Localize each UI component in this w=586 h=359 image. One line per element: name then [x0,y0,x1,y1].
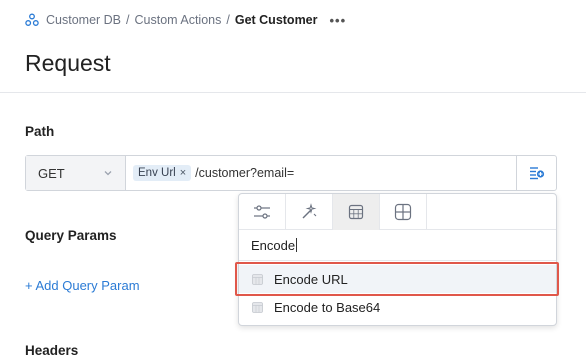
chevron-down-icon [103,168,113,178]
path-label: Path [25,124,55,139]
breadcrumb-item-customer-db[interactable]: Customer DB [46,13,121,27]
breadcrumb-separator: / [126,13,130,27]
function-item-encode-url[interactable]: Encode URL [239,265,556,293]
text-cursor [296,238,298,252]
function-icon [252,273,263,285]
popover-tabs [239,194,556,230]
function-item-encode-base64[interactable]: Encode to Base64 [239,293,556,321]
header-divider [0,92,586,93]
page-title: Request [25,50,111,76]
tab-functions[interactable] [333,194,380,230]
tab-magic[interactable] [286,194,333,230]
env-url-chip-label: Env Url [138,167,176,179]
breadcrumb-item-custom-actions[interactable]: Custom Actions [135,13,222,27]
insert-variable-button[interactable] [516,156,556,190]
more-options-icon[interactable]: ••• [330,13,347,28]
function-icon [252,301,263,313]
chip-remove-icon[interactable]: × [180,167,186,179]
add-query-param-link[interactable]: + Add Query Param [25,278,140,293]
function-item-label: Encode URL [274,271,348,287]
function-item-label: Encode to Base64 [274,299,381,315]
path-input[interactable]: Env Url × /customer?email= [126,156,516,190]
grid-icon [394,203,412,221]
magic-wand-icon [302,203,317,219]
breadcrumb-current: Get Customer [234,13,318,27]
path-text: /customer?email= [195,166,295,180]
breadcrumb-separator: / [226,13,230,27]
path-field: GET Env Url × /customer?email= [25,155,557,191]
method-select[interactable]: GET [26,156,126,190]
insert-variable-icon [529,167,544,180]
tab-sliders[interactable] [239,194,286,230]
sliders-icon [254,205,270,219]
function-search-input[interactable]: Encode [239,230,556,261]
tab-grid[interactable] [380,194,427,230]
function-picker-popover: Encode Encode URL Encode to Base64 [238,193,557,326]
query-params-label: Query Params [25,228,117,243]
breadcrumb: Customer DB / Custom Actions / Get Custo… [25,11,346,29]
integration-icon [25,13,39,27]
env-url-chip: Env Url × [133,165,192,181]
method-value: GET [38,165,65,181]
calculator-icon [348,204,364,220]
function-search-value: Encode [251,237,296,253]
headers-label: Headers [25,343,79,358]
